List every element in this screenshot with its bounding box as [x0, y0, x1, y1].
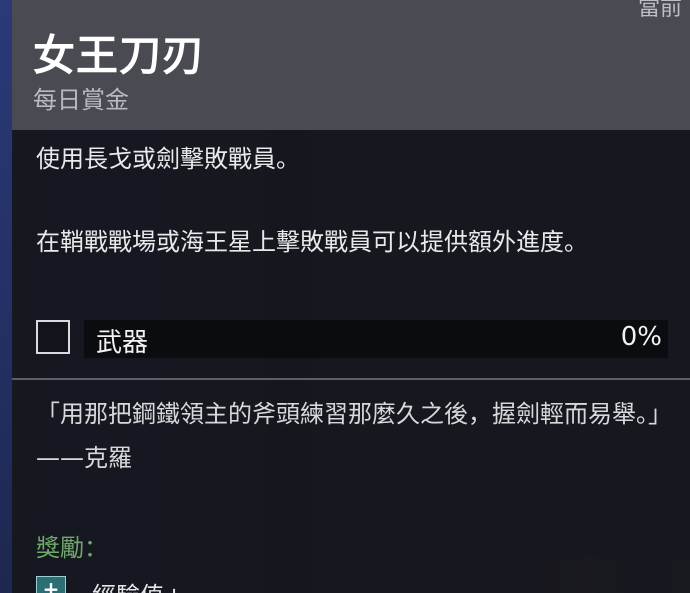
plus-icon: + [36, 576, 66, 593]
reward-item: + 經驗值+ [36, 576, 436, 593]
rewards-heading: 獎勵： [36, 534, 108, 562]
objective-label: 武器 [96, 328, 149, 358]
bounty-title: 女王刀刃 [33, 31, 206, 80]
game-screen: 女王刀刃 每日賞金 使用長戈或劍擊敗戰員。 在鞘戰戰場或海王星上擊敗戰員可以提供… [0, 0, 690, 593]
objective-progress-bar: 武器 0% [84, 320, 668, 358]
bounty-description: 使用長戈或劍擊敗戰員。 [36, 145, 300, 173]
objective-percent: 0% [620, 322, 662, 352]
bounty-type: 每日賞金 [33, 86, 129, 114]
objective-row: 武器 0% [36, 320, 672, 358]
reward-label: 經驗值+ [92, 576, 184, 593]
section-divider [12, 378, 690, 380]
bounty-bonus-description: 在鞘戰戰場或海王星上擊敗戰員可以提供額外進度。 [36, 228, 588, 256]
objective-checkbox [36, 320, 70, 354]
lore-quote: 「用那把鋼鐵領主的斧頭練習那麼久之後，握劍輕而易舉。」——克羅 [36, 400, 672, 472]
bounty-tooltip: 女王刀刃 每日賞金 使用長戈或劍擊敗戰員。 在鞘戰戰場或海王星上擊敗戰員可以提供… [12, 0, 690, 593]
background-header-text: 當前 [637, 0, 682, 21]
tooltip-header: 女王刀刃 每日賞金 [12, 0, 690, 130]
